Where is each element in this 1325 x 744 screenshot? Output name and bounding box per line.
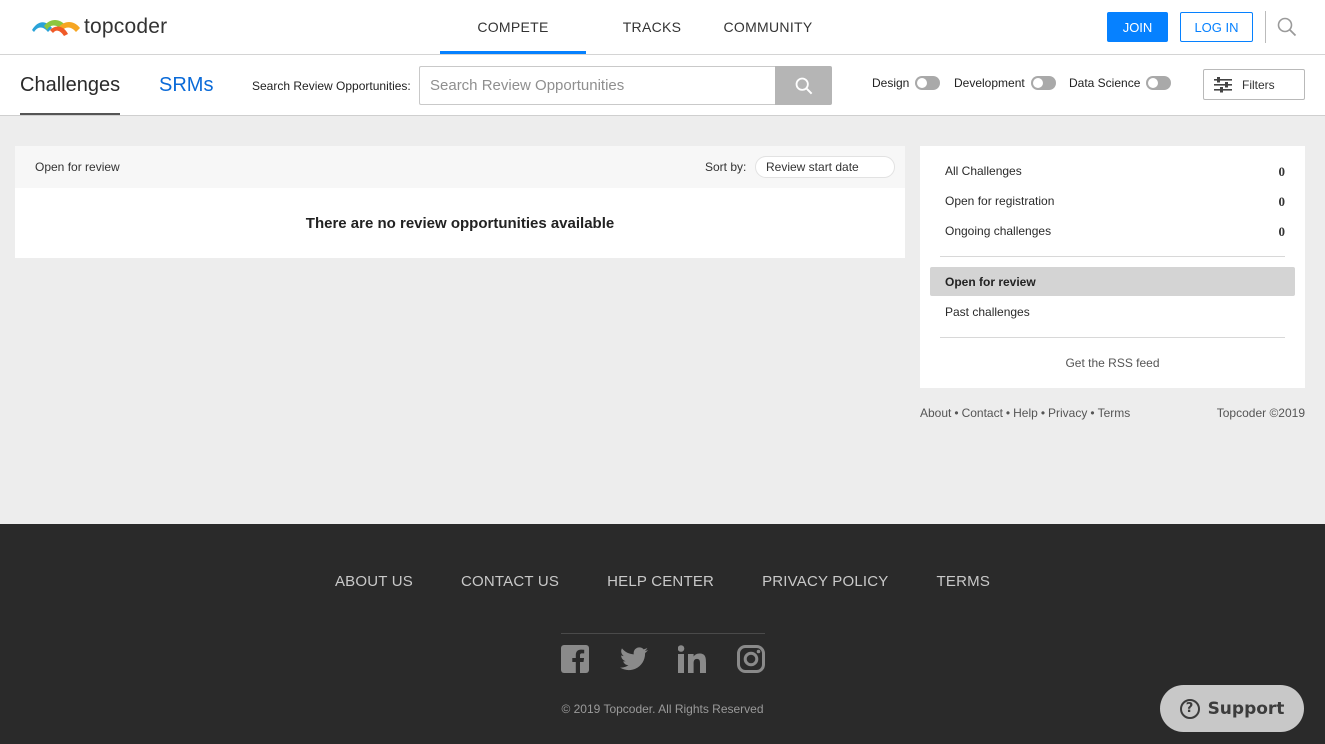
sidebar-item-count: 0 [1278,164,1286,179]
separator-dot: • [1005,406,1011,420]
search-button-icon [795,77,812,94]
login-button[interactable]: LOG IN [1180,12,1253,42]
topcoder-logo-icon [32,20,80,36]
track-data-science-label: Data Science [1069,76,1141,90]
topcoder-logo[interactable]: topcoder [30,15,167,39]
sidebar-filters: All Challenges 0 Open for registration 0… [920,146,1305,388]
filters-icon [1214,76,1232,92]
rss-feed-link[interactable]: Get the RSS feed [920,356,1305,370]
track-development-toggle[interactable] [1030,76,1056,90]
sidebar-item-label: Open for registration [945,194,1055,208]
nav-compete[interactable]: COMPETE [440,0,586,54]
sidebar-item-label: All Challenges [945,164,1022,178]
separator-dot: • [954,406,959,420]
sidebar-item-count: 0 [1278,194,1286,209]
footer-link-help-center[interactable]: HELP CENTER [607,573,714,590]
challenges-subheader: Challenges SRMs Search Review Opportunit… [0,55,1325,116]
sidebar-item-label: Ongoing challenges [945,224,1052,238]
help-icon: ? [1179,698,1200,719]
logo-text: topcoder [84,15,168,38]
site-footer: ABOUT US CONTACT US HELP CENTER PRIVACY … [0,524,1325,744]
sidebar-footer-help[interactable]: Help [1013,406,1038,420]
footer-link-about-us[interactable]: ABOUT US [335,573,413,590]
review-opportunities-list: Open for review Sort by: Review start da… [15,146,905,258]
sidebar-item-label: Past challenges [945,305,1030,319]
track-development-label: Development [954,76,1025,90]
top-header: topcoder COMPETE TRACKS COMMUNITY JOIN L… [0,0,1325,55]
track-design-toggle[interactable] [915,76,941,90]
sidebar-item-past-challenges[interactable]: Past challenges [945,305,1285,319]
facebook-icon[interactable] [561,644,589,674]
sidebar-item-ongoing-challenges[interactable]: Ongoing challenges 0 [945,224,1285,240]
main-nav: COMPETE TRACKS COMMUNITY [440,0,818,54]
nav-compete-label: COMPETE [477,19,549,35]
sidebar-footer-about[interactable]: About [920,406,951,420]
sidebar-item-count: 0 [1278,224,1286,239]
track-design-label: Design [872,76,910,90]
search-input[interactable] [419,66,776,105]
footer-copyright: © 2019 Topcoder. All Rights Reserved [561,702,764,716]
linkedin-icon[interactable] [678,644,707,674]
sidebar-item-all-challenges[interactable]: All Challenges 0 [945,164,1285,180]
track-data-science: Data Science [1069,76,1172,90]
nav-tracks-label: TRACKS [622,19,682,35]
join-button[interactable]: JOIN [1107,12,1168,42]
sidebar-divider [940,337,1285,338]
list-header: Open for review Sort by: Review start da… [15,146,905,188]
sidebar-divider [940,256,1285,257]
footer-link-privacy-policy[interactable]: PRIVACY POLICY [762,573,888,590]
sidebar-item-open-for-registration[interactable]: Open for registration 0 [945,194,1285,210]
track-design: Design [872,76,941,90]
footer-divider [561,633,765,634]
twitter-icon[interactable] [619,644,648,674]
social-links [561,644,765,674]
support-button[interactable]: ? Support [1160,685,1304,732]
nav-tracks[interactable]: TRACKS [586,0,718,54]
support-label: Support [1207,698,1285,719]
track-development: Development [954,76,1056,90]
footer-link-terms[interactable]: TERMS [937,573,991,590]
footer-link-contact-us[interactable]: CONTACT US [461,573,559,590]
sidebar-copyright: Topcoder ©2019 [1216,406,1305,420]
search-label: Search Review Opportunities: [252,79,411,93]
sort-label: Sort by: [705,160,747,174]
tab-challenges[interactable]: Challenges [20,55,121,115]
filters-label: Filters [1242,77,1275,92]
sort-select[interactable]: Review start date [755,156,895,178]
instagram-icon[interactable] [736,644,765,674]
nav-community-label: COMMUNITY [723,19,813,35]
track-data-science-toggle[interactable] [1146,76,1172,90]
empty-message: There are no review opportunities availa… [305,215,615,232]
search-icon[interactable] [1277,17,1297,37]
separator-dot: • [1090,406,1095,420]
filters-button[interactable]: Filters [1203,69,1305,100]
sidebar-footer: About • Contact • Help • Privacy • Terms Topcode… [920,406,1305,420]
search-button[interactable] [775,66,832,105]
sidebar-footer-contact[interactable]: Contact [962,406,1003,420]
footer-links: ABOUT US CONTACT US HELP CENTER PRIVACY … [0,573,1325,590]
sidebar-item-open-for-review[interactable]: Open for review [930,267,1295,296]
list-status-label: Open for review [35,160,120,174]
tab-srms[interactable]: SRMs [159,55,213,115]
separator-dot: • [1040,406,1046,420]
sidebar-footer-privacy[interactable]: Privacy [1048,406,1087,420]
sidebar-footer-terms[interactable]: Terms [1098,406,1131,420]
header-divider [1265,11,1266,43]
nav-community[interactable]: COMMUNITY [718,0,818,54]
